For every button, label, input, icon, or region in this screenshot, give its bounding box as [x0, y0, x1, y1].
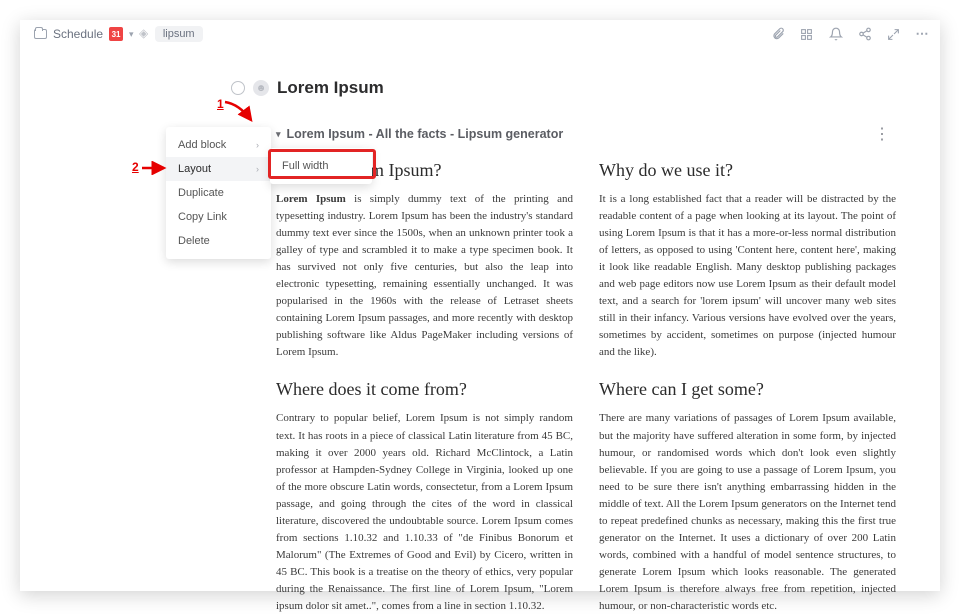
- tag-icon: ◈: [137, 29, 151, 38]
- breadcrumb-folder[interactable]: Schedule: [53, 27, 103, 41]
- col-heading: Where does it come from?: [276, 379, 573, 400]
- menu-item-add-block[interactable]: Add block›: [166, 133, 271, 157]
- chevron-right-icon: ›: [256, 140, 259, 150]
- col-paragraph: Contrary to popular belief, Lorem Ipsum …: [276, 410, 573, 615]
- attachment-icon[interactable]: [770, 27, 785, 42]
- share-icon[interactable]: [857, 27, 872, 42]
- menu-item-copy-link[interactable]: Copy Link: [166, 205, 271, 229]
- col-heading: Where can I get some?: [599, 379, 896, 400]
- col-paragraph: Lorem Ipsum is simply dummy text of the …: [276, 191, 573, 361]
- page-title: Lorem Ipsum: [277, 78, 384, 98]
- caret-down-icon[interactable]: ▾: [276, 129, 281, 140]
- chevron-right-icon: ›: [256, 164, 259, 174]
- emoji-placeholder-icon[interactable]: ☻: [253, 80, 269, 96]
- menu-item-delete[interactable]: Delete: [166, 229, 271, 253]
- annotation-number-2: 2: [132, 160, 139, 174]
- checkbox-circle-icon[interactable]: [231, 81, 245, 95]
- more-icon[interactable]: ⋯: [915, 27, 930, 42]
- folder-icon: [34, 29, 47, 39]
- menu-item-layout[interactable]: Layout›: [166, 157, 271, 181]
- embed-block: ▾ Lorem Ipsum - All the facts - Lipsum g…: [268, 120, 904, 591]
- calendar-icon: 31: [109, 27, 123, 41]
- block-context-menu: Add block› Layout› Duplicate Copy Link D…: [166, 127, 271, 259]
- col-paragraph: There are many variations of passages of…: [599, 410, 896, 615]
- col-paragraph: It is a long established fact that a rea…: [599, 191, 896, 361]
- block-title: Lorem Ipsum - All the facts - Lipsum gen…: [287, 127, 564, 141]
- tag-pill[interactable]: lipsum: [155, 26, 203, 42]
- grid-icon[interactable]: [799, 27, 814, 42]
- layout-submenu: Full width: [270, 148, 372, 184]
- chevron-down-icon[interactable]: ▾: [129, 29, 134, 40]
- block-kebab-icon[interactable]: ⋮: [868, 124, 896, 144]
- menu-item-duplicate[interactable]: Duplicate: [166, 181, 271, 205]
- annotation-number-1: 1: [217, 97, 224, 111]
- expand-icon[interactable]: [886, 27, 901, 42]
- submenu-item-full-width[interactable]: Full width: [270, 154, 372, 178]
- col-heading: Why do we use it?: [599, 160, 896, 181]
- bell-icon[interactable]: [828, 27, 843, 42]
